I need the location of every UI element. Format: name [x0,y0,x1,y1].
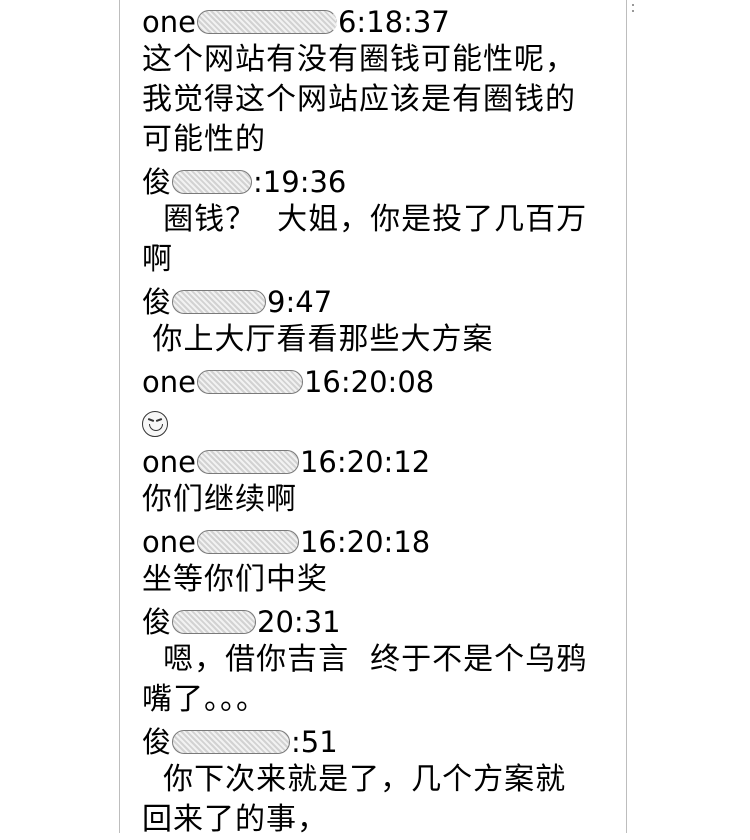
sender-name: 俊 [142,605,172,639]
chat-log: one 6:18:37 这个网站有没有圈钱可能性呢， 我觉得这个网站应该是有圈钱的… [142,0,622,840]
redacted-name-mask [172,730,291,754]
sender-name: one [142,5,196,39]
message-time: 6:18:37 [337,5,450,39]
sender-name: 俊 [142,725,172,759]
sender-name: one [142,445,196,479]
redacted-name-mask [172,610,257,634]
message-text: 坐等你们中奖 [142,562,328,597]
message-header: one 16:20:08 [142,360,622,400]
message-time: 20:31 [257,605,341,639]
message-header: 俊 9:47 [142,280,622,320]
message-header: one 16:20:18 [142,520,622,560]
message-emoji [142,400,622,440]
message-time: :51 [291,725,338,759]
message-header: 俊 :19:36 [142,160,622,200]
message-header: one 6:18:37 [142,0,622,40]
message-text: 这个网站有没有圈钱可能性呢， 我觉得这个网站应该是有圈钱的 可能性的 [142,42,576,157]
message-header: one 16:20:12 [142,440,622,480]
redacted-name-mask [172,170,253,194]
message-time: :19:36 [253,165,347,199]
smile-emoji-icon [142,410,168,437]
message-text: 圈钱？ 大姐，你是投了几百万 啊 [142,202,588,277]
message-header: 俊 :51 [142,720,622,760]
sender-name: one [142,525,196,559]
sender-name: 俊 [142,285,172,319]
redacted-name-mask [196,450,299,474]
sender-name: one [142,365,196,399]
left-border [119,0,120,833]
redacted-name-mask [196,370,303,394]
right-border [626,0,627,833]
redacted-name-mask [172,290,267,314]
sender-name: 俊 [142,165,172,199]
message-time: 9:47 [267,285,333,319]
more-options-icon[interactable] [630,4,638,18]
redacted-name-mask [196,530,299,554]
message-text: 你上大厅看看那些大方案 [142,322,494,357]
message-text: 嗯，借你吉言 终于不是个乌鸦 嘴了。。。 [142,642,588,717]
message-header: 俊 20:31 [142,600,622,640]
message-text: 你下次来就是了，几个方案就 回来了的事， [142,762,567,837]
message-time: 16:20:18 [299,525,431,559]
message-time: 16:20:08 [303,365,435,399]
redacted-name-mask [196,10,337,34]
message-text: 你们继续啊 [142,482,297,517]
message-time: 16:20:12 [299,445,431,479]
